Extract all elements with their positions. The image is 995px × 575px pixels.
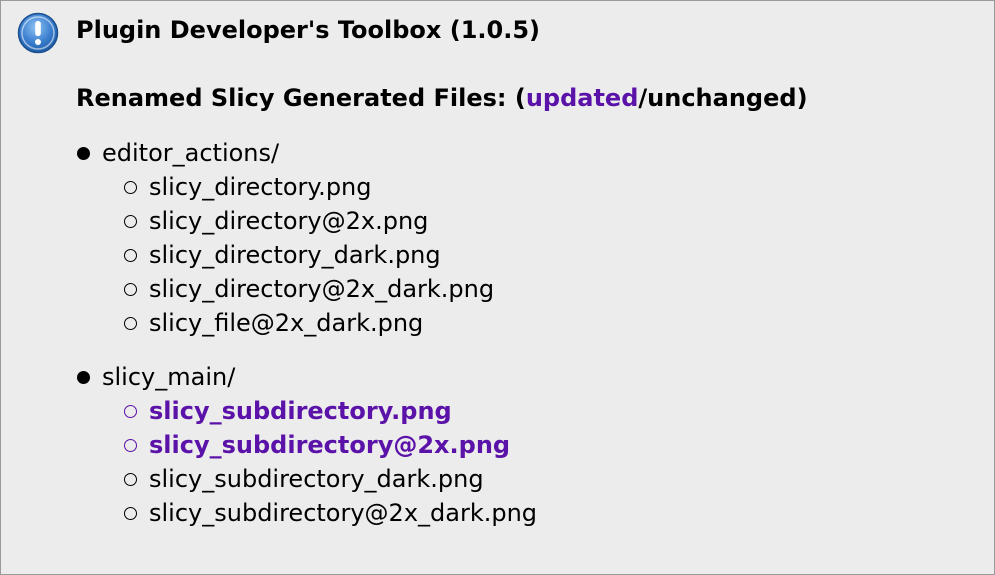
folder-group: editor_actions/ slicy_directory.png slic… (76, 136, 494, 340)
file-item-updated: slicy_subdirectory.png (124, 394, 537, 428)
dialog-panel: Plugin Developer's Toolbox (1.0.5) Renam… (0, 0, 995, 575)
folder-item: slicy_main/ (76, 360, 537, 394)
filled-bullet-icon (77, 370, 90, 384)
folder-item: editor_actions/ (76, 136, 494, 170)
heading-unchanged-word: unchanged (647, 84, 797, 112)
section-heading: Renamed Slicy Generated Files: (updated/… (76, 81, 808, 115)
file-name: slicy_directory@2x_dark.png (149, 275, 495, 303)
file-item: slicy_directory_dark.png (124, 238, 494, 272)
file-name: slicy_subdirectory.png (149, 397, 452, 425)
file-item: slicy_file@2x_dark.png (124, 306, 494, 340)
file-item: slicy_directory@2x_dark.png (124, 272, 494, 306)
hollow-bullet-icon (124, 404, 137, 418)
file-item: slicy_directory@2x.png (124, 204, 494, 238)
hollow-bullet-icon (124, 472, 137, 486)
heading-prefix: Renamed Slicy Generated Files: ( (76, 84, 526, 112)
file-list: slicy_subdirectory.png slicy_subdirector… (76, 394, 537, 530)
file-name: slicy_directory.png (149, 173, 372, 201)
file-item: slicy_directory.png (124, 170, 494, 204)
hollow-bullet-icon (124, 316, 137, 330)
folder-group: slicy_main/ slicy_subdirectory.png slicy… (76, 360, 537, 530)
hollow-bullet-icon (124, 248, 137, 262)
info-icon (17, 12, 59, 54)
hollow-bullet-icon (124, 506, 137, 520)
file-name: slicy_file@2x_dark.png (149, 309, 424, 337)
file-item-updated: slicy_subdirectory@2x.png (124, 428, 537, 462)
file-name: slicy_subdirectory@2x_dark.png (149, 499, 538, 527)
hollow-bullet-icon (124, 214, 137, 228)
file-name: slicy_directory@2x.png (149, 207, 429, 235)
heading-updated-word: updated (525, 84, 639, 112)
heading-suffix: ) (796, 84, 808, 112)
folder-name: editor_actions/ (102, 139, 280, 167)
file-list: slicy_directory.png slicy_directory@2x.p… (76, 170, 494, 340)
file-name: slicy_subdirectory@2x.png (149, 431, 511, 459)
file-item: slicy_subdirectory@2x_dark.png (124, 496, 537, 530)
hollow-bullet-icon (124, 438, 137, 452)
file-name: slicy_subdirectory_dark.png (149, 465, 484, 493)
dialog-title: Plugin Developer's Toolbox (1.0.5) (76, 16, 541, 44)
hollow-bullet-icon (124, 180, 137, 194)
folder-name: slicy_main/ (102, 363, 236, 391)
file-item: slicy_subdirectory_dark.png (124, 462, 537, 496)
filled-bullet-icon (77, 146, 90, 160)
heading-separator: / (638, 84, 648, 112)
hollow-bullet-icon (124, 282, 137, 296)
file-name: slicy_directory_dark.png (149, 241, 441, 269)
